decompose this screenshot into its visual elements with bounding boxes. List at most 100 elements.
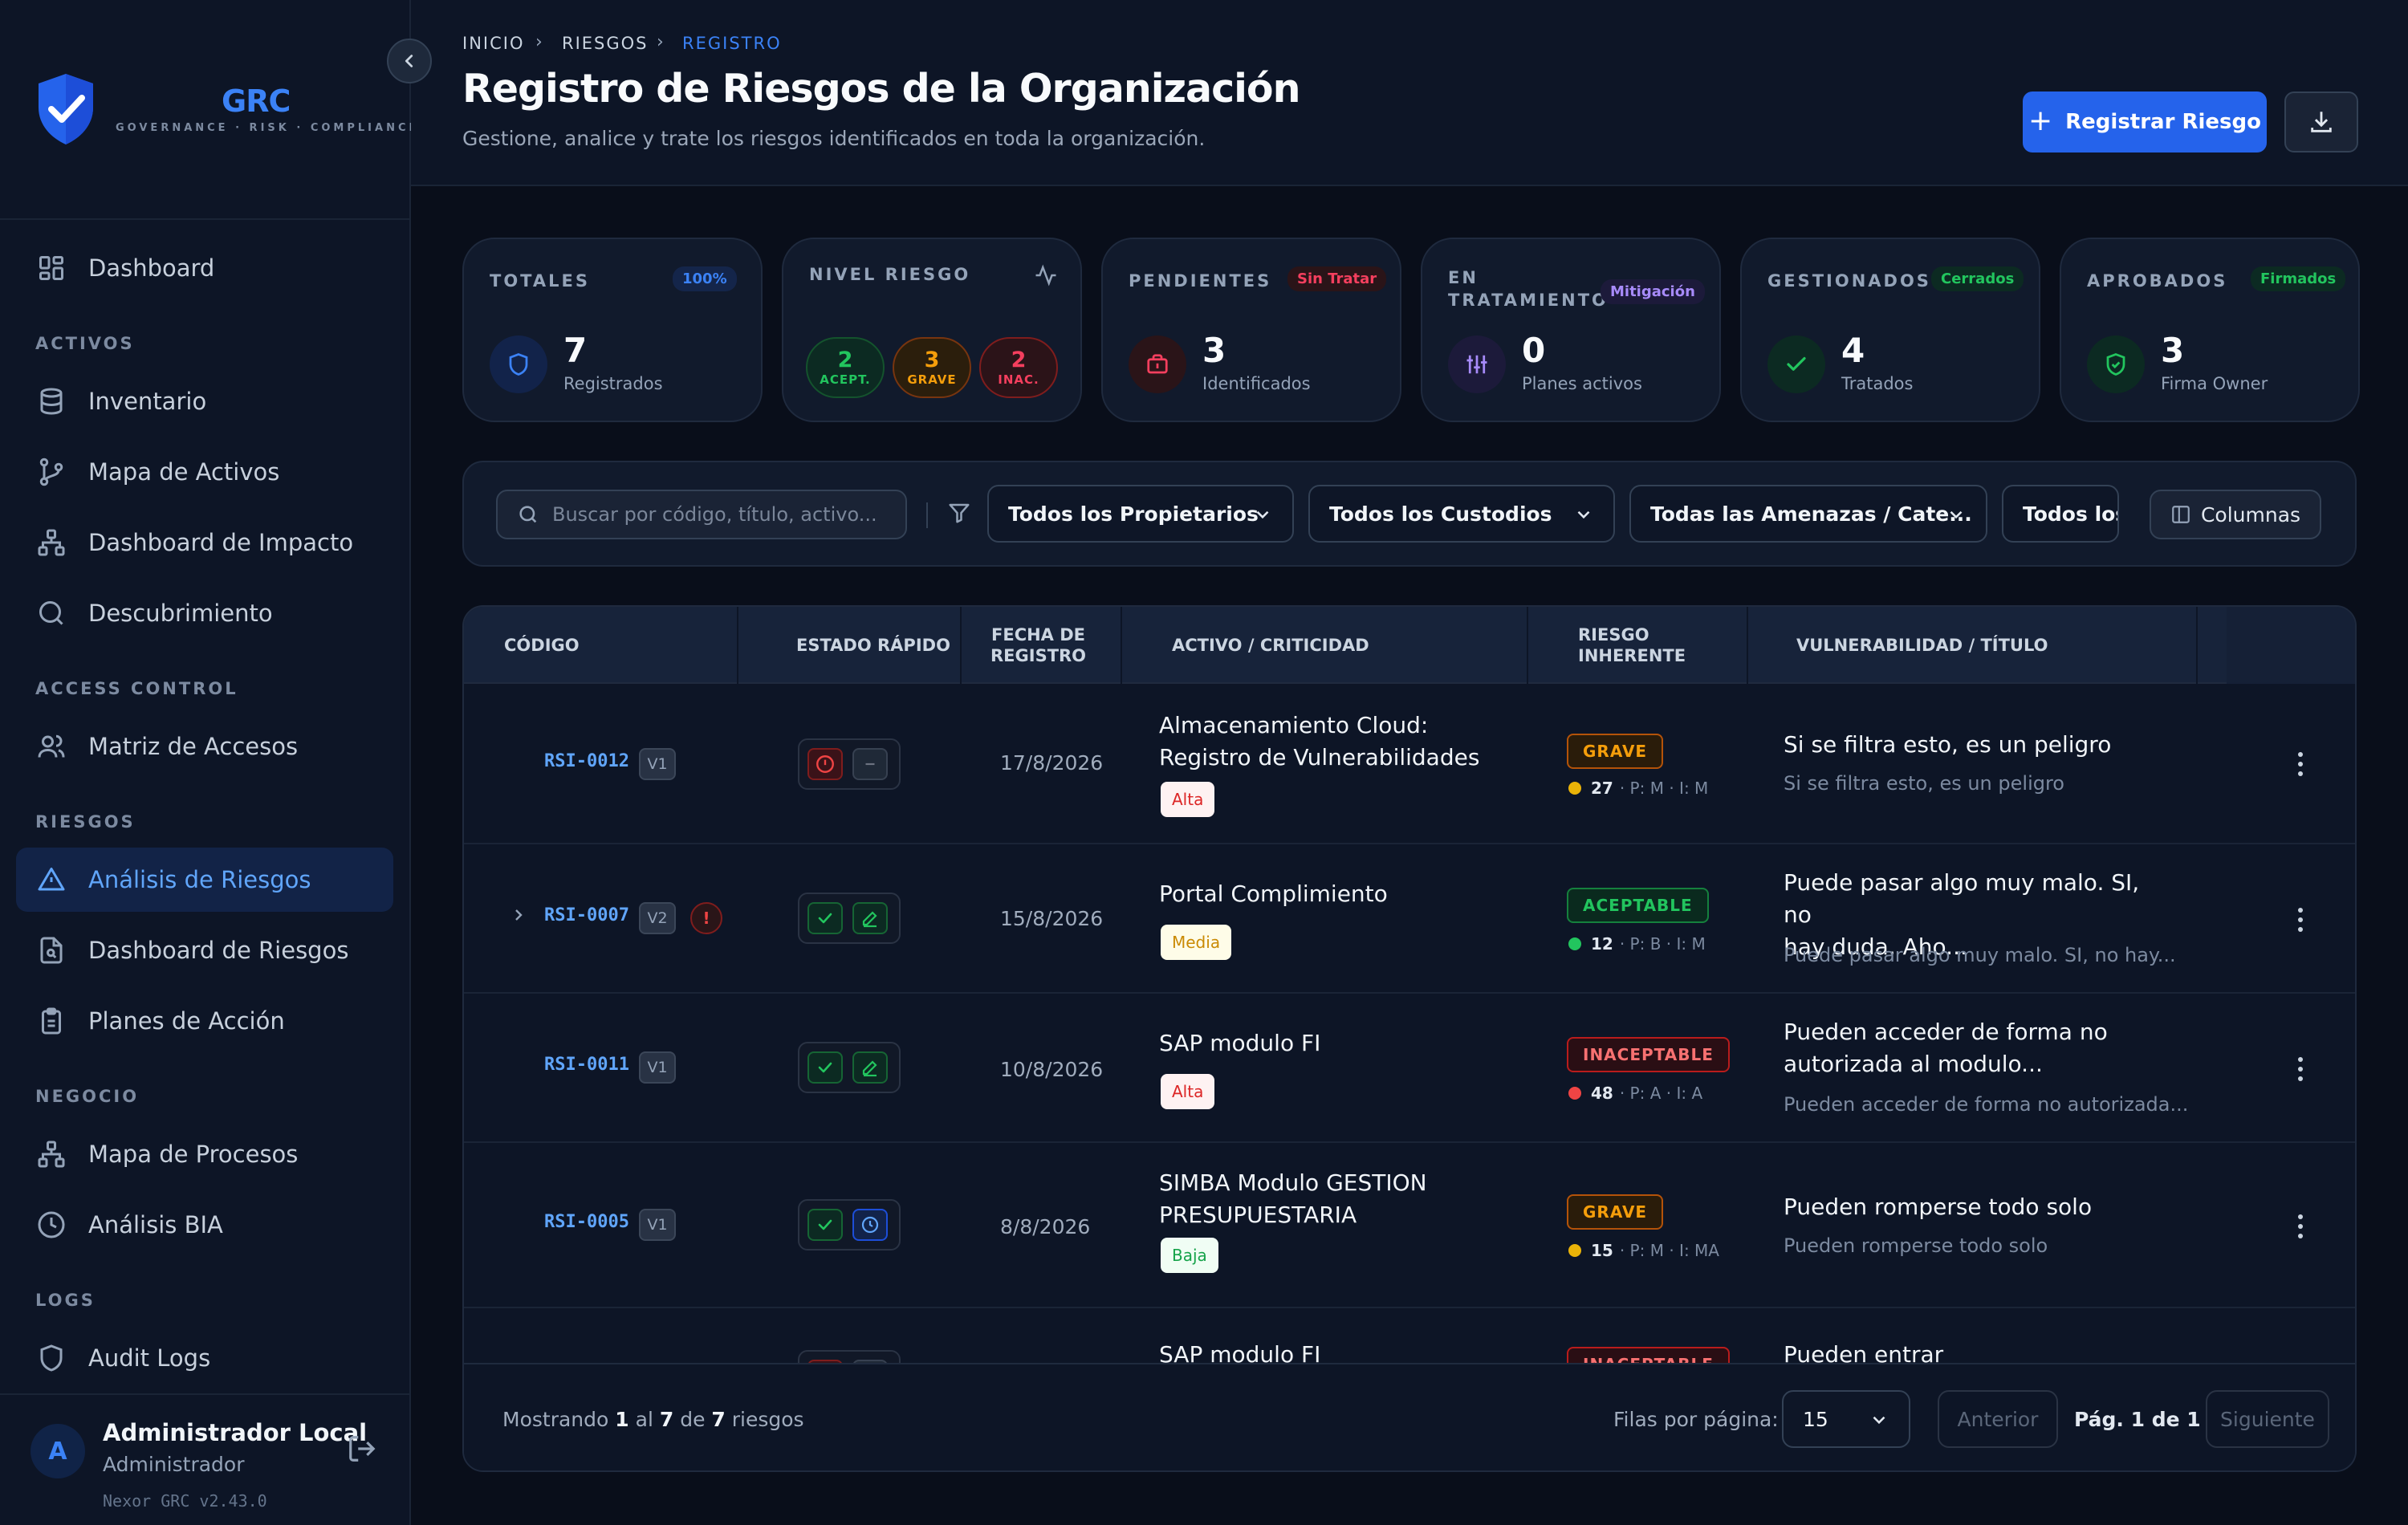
sidebar-item-analisis-bia[interactable]: Análisis BIA [16,1193,393,1257]
criticality-badge: Baja [1161,1238,1218,1273]
row-menu-button[interactable] [2284,904,2316,936]
custodians-filter-select[interactable]: Todos los Custodios [1308,485,1615,543]
expand-row-button[interactable] [509,905,528,928]
register-risk-button[interactable]: + Registrar Riesgo [2023,92,2267,152]
risk-level-badge: INACEPTABLE [1567,1347,1730,1363]
risk-code-link[interactable]: RSI-0007 [544,905,629,925]
column-header-inherent-risk[interactable]: RIESGO INHERENTE [1578,607,1686,684]
score-value: 27 [1591,779,1613,798]
column-header-date-line-2: REGISTRO [990,646,1087,665]
custodians-filter-value: Todos los Custodios [1329,502,1552,526]
next-page-button[interactable]: Siguiente [2206,1390,2329,1448]
pill-value: 2 [837,348,853,372]
card-title: APROBADOS [2087,271,2228,291]
check-icon[interactable] [807,902,843,934]
table-row[interactable]: RSI-0011 V1 10/8/2026 SAP modulo FI Alta… [464,994,2355,1143]
sliders-icon [1448,336,1506,393]
pen-icon[interactable] [852,902,888,934]
breadcrumb-inicio[interactable]: INICIO [462,34,524,53]
column-header-asset[interactable]: ACTIVO / CRITICIDAD [1172,607,1369,684]
risk-code-link[interactable]: RSI-0012 [544,751,629,771]
score-detail: · P: B · I: M [1619,934,1706,954]
row-menu-button[interactable] [2284,1210,2316,1242]
sidebar-item-audit-logs[interactable]: Audit Logs [16,1326,393,1390]
sidebar-item-analisis-riesgos[interactable]: Análisis de Riesgos [16,848,393,912]
row-menu-button[interactable] [2284,1053,2316,1085]
row-menu-button[interactable] [2284,748,2316,780]
table-row[interactable]: SAP modulo FI INACEPTABLE Pueden entrar [464,1308,2355,1363]
previous-page-button[interactable]: Anterior [1938,1390,2058,1448]
filter-icon[interactable] [947,501,971,525]
owners-filter-select[interactable]: Todos los Propietarios [987,485,1294,543]
stat-card-gestionados[interactable]: GESTIONADOS Cerrados 4 Tratados [1740,238,2040,422]
activity-icon [1035,264,1056,287]
pen-icon[interactable] [852,1051,888,1084]
table-row[interactable]: RSI-0012 V1 17/8/2026 Almacenamiento Clo… [464,684,2355,844]
sidebar-item-dashboard-riesgos[interactable]: Dashboard de Riesgos [16,918,393,982]
column-header-vulnerability[interactable]: VULNERABILIDAD / TÍTULO [1796,607,2048,684]
sidebar-item-dashboard-impacto[interactable]: Dashboard de Impacto [16,510,393,575]
page-title: Registro de Riesgos de la Organización [462,66,1300,112]
section-logs: LOGS [35,1291,96,1310]
collapse-sidebar-button[interactable] [387,39,432,83]
stat-card-aprobados[interactable]: APROBADOS Firmados 3 Firma Owner [2060,238,2360,422]
column-header-date-line-1: FECHA DE [991,625,1086,645]
risk-code-link[interactable]: RSI-0011 [544,1055,629,1075]
sidebar-item-matriz-accesos[interactable]: Matriz de Accesos [16,714,393,779]
columns-button[interactable]: Columnas [2150,490,2321,539]
chevron-down-icon [1873,1416,1885,1425]
breadcrumb-registro: REGISTRO [682,34,782,53]
pill-label: ACEPT. [820,372,871,387]
clock-icon[interactable] [852,1209,888,1241]
search-box[interactable] [496,490,907,539]
card-label: Identificados [1202,374,1311,393]
threats-filter-select[interactable]: Todas las Amenazas / Cate... [1629,485,1987,543]
hierarchy-icon [35,1138,67,1170]
logout-button[interactable] [347,1434,377,1467]
minus-icon[interactable] [852,748,888,780]
table-row[interactable]: RSI-0005 V1 8/8/2026 SIMBA Modulo GESTIO… [464,1143,2355,1308]
card-badge: 100% [673,266,737,291]
search-input[interactable] [552,503,889,526]
download-button[interactable] [2284,92,2358,152]
sidebar-item-descubrimiento[interactable]: Descubrimiento [16,581,393,645]
rows-per-page-select[interactable]: 15 [1782,1390,1910,1448]
more-filter-select[interactable]: Todos los [2002,485,2119,543]
stat-card-pendientes[interactable]: PENDIENTES Sin Tratar 3 Identificados [1101,238,1401,422]
showing-de: de [680,1408,706,1431]
clipboard-icon [35,1005,67,1037]
score-dot [1568,1087,1581,1100]
more-filter-value: Todos los [2023,502,2119,526]
sidebar-item-label: Audit Logs [88,1344,211,1372]
sidebar-item-planes-accion[interactable]: Planes de Acción [16,989,393,1053]
table-row[interactable]: RSI-0007 V2 ! 15/8/2026 Portal Complimie… [464,844,2355,994]
database-icon [35,385,67,417]
check-icon[interactable] [807,1051,843,1084]
vulnerability-title: Pueden entrar [1784,1339,2161,1363]
sidebar-item-mapa-procesos[interactable]: Mapa de Procesos [16,1122,393,1186]
column-header-date[interactable]: FECHA DE REGISTRO [990,607,1086,684]
actions-column-header [2227,607,2355,684]
check-icon[interactable] [807,1209,843,1241]
sidebar-item-inventario[interactable]: Inventario [16,369,393,433]
risk-level-badge: ACEPTABLE [1567,888,1709,923]
risk-level-badge: INACEPTABLE [1567,1037,1730,1072]
stat-card-en-tratamiento[interactable]: EN TRATAMIENTO Mitigación 0 Planes activo… [1421,238,1721,422]
score-value: 48 [1591,1084,1613,1103]
sidebar-item-mapa-activos[interactable]: Mapa de Activos [16,440,393,504]
alert-indicator: ! [690,902,722,934]
breadcrumb-riesgos[interactable]: RIESGOS [562,34,649,53]
alert-circle-icon[interactable] [807,748,843,780]
avatar[interactable]: A [31,1424,85,1478]
column-header-code[interactable]: CÓDIGO [504,607,580,684]
asset-name: Portal Complimiento [1159,878,1496,910]
sidebar-item-dashboard[interactable]: Dashboard [16,236,393,300]
version-badge: V1 [639,1209,676,1241]
card-label: Planes activos [1522,374,1642,393]
git-branch-icon [35,456,67,488]
risk-score: 12 · P: B · I: M [1568,934,1706,954]
column-header-quick-status[interactable]: ESTADO RÁPIDO [796,607,950,684]
risk-code-link[interactable]: RSI-0005 [544,1212,629,1232]
stat-card-nivel-riesgo[interactable]: NIVEL RIESGO 2 ACEPT. 3 GRAVE 2 INAC. [782,238,1082,422]
stat-card-totales[interactable]: TOTALES 100% 7 Registrados [462,238,763,422]
